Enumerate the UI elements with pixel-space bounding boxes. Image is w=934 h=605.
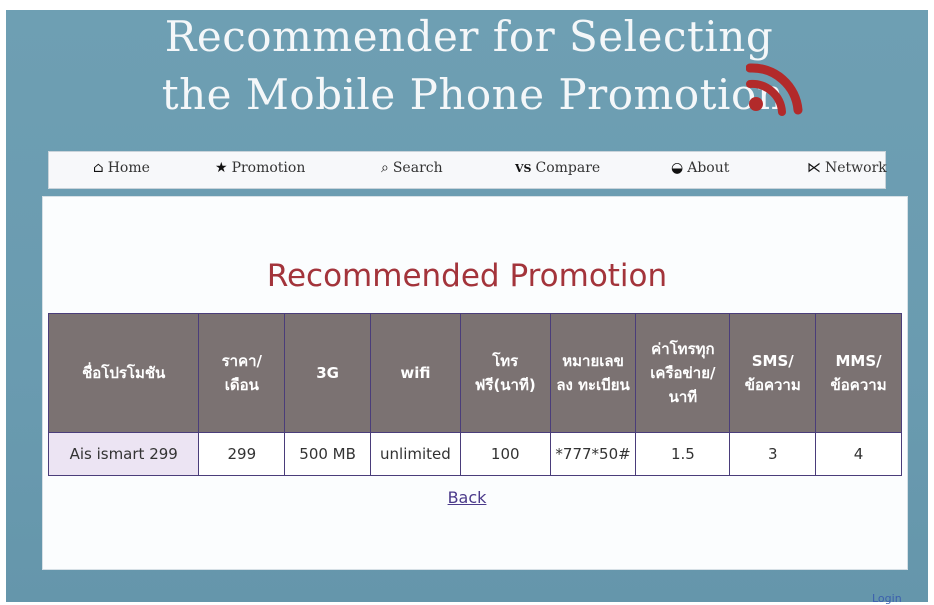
nav-home[interactable]: ⌂ Home (93, 160, 150, 176)
main-navigation: ⌂ Home ★ Promotion ⌕ Search VS Compare ◒… (48, 151, 887, 189)
cell-register-code: *777*50# (549, 432, 637, 476)
nav-compare[interactable]: VS Compare (515, 160, 600, 176)
column-header-promotion-name: ชื่อโปรโมชัน (47, 313, 200, 433)
cell-call-rate: 1.5 (635, 432, 731, 476)
column-header-call-rate: ค่าโทรทุก เครือข่าย/ นาที (635, 313, 731, 433)
table-row: Ais ismart 299 299 500 MB unlimited 100 … (47, 432, 902, 476)
nav-promotion-label: Promotion (231, 160, 306, 176)
column-header-wifi: wifi (370, 313, 461, 433)
cell-price: 299 (198, 432, 286, 476)
versus-icon: VS (515, 161, 532, 175)
search-icon: ⌕ (381, 160, 389, 176)
column-header-mms: MMS/ ข้อความ (815, 313, 902, 433)
cell-sms: 3 (729, 432, 817, 476)
column-header-sms: SMS/ ข้อความ (729, 313, 817, 433)
column-header-register-code: หมายเลข ลง ทะเบียน (549, 313, 637, 433)
cell-promotion-name: Ais ismart 299 (47, 432, 200, 476)
login-link[interactable]: Login (872, 592, 902, 605)
nav-about[interactable]: ◒ About (671, 160, 729, 176)
column-header-price: ราคา/ เดือน (198, 313, 286, 433)
page-heading: Recommended Promotion (266, 258, 668, 294)
back-link[interactable]: Back (0, 488, 934, 507)
binoculars-icon: ◒ (671, 160, 684, 176)
cell-free-call: 100 (459, 432, 551, 476)
column-header-3g: 3G (284, 313, 371, 433)
nav-network[interactable]: ⋉ Network (807, 160, 887, 176)
rss-feed-icon (746, 63, 803, 116)
nav-network-label: Network (825, 160, 887, 176)
star-icon: ★ (215, 160, 228, 176)
nav-search-label: Search (392, 160, 443, 176)
nav-compare-label: Compare (535, 160, 601, 176)
cell-3g: 500 MB (284, 432, 371, 476)
nav-search[interactable]: ⌕ Search (381, 160, 443, 176)
cell-wifi: unlimited (370, 432, 461, 476)
promotion-table: ชื่อโปรโมชัน ราคา/ เดือน 3G wifi โทร ฟรี… (47, 313, 902, 476)
table-header-row: ชื่อโปรโมชัน ราคา/ เดือน 3G wifi โทร ฟรี… (47, 313, 902, 433)
nav-promotion[interactable]: ★ Promotion (215, 160, 305, 176)
rss-icon: ⋉ (807, 160, 821, 176)
column-header-free-call: โทร ฟรี(นาที) (459, 313, 551, 433)
cell-mms: 4 (815, 432, 902, 476)
nav-home-label: Home (107, 160, 150, 176)
nav-about-label: About (687, 160, 730, 176)
home-icon: ⌂ (93, 160, 104, 176)
